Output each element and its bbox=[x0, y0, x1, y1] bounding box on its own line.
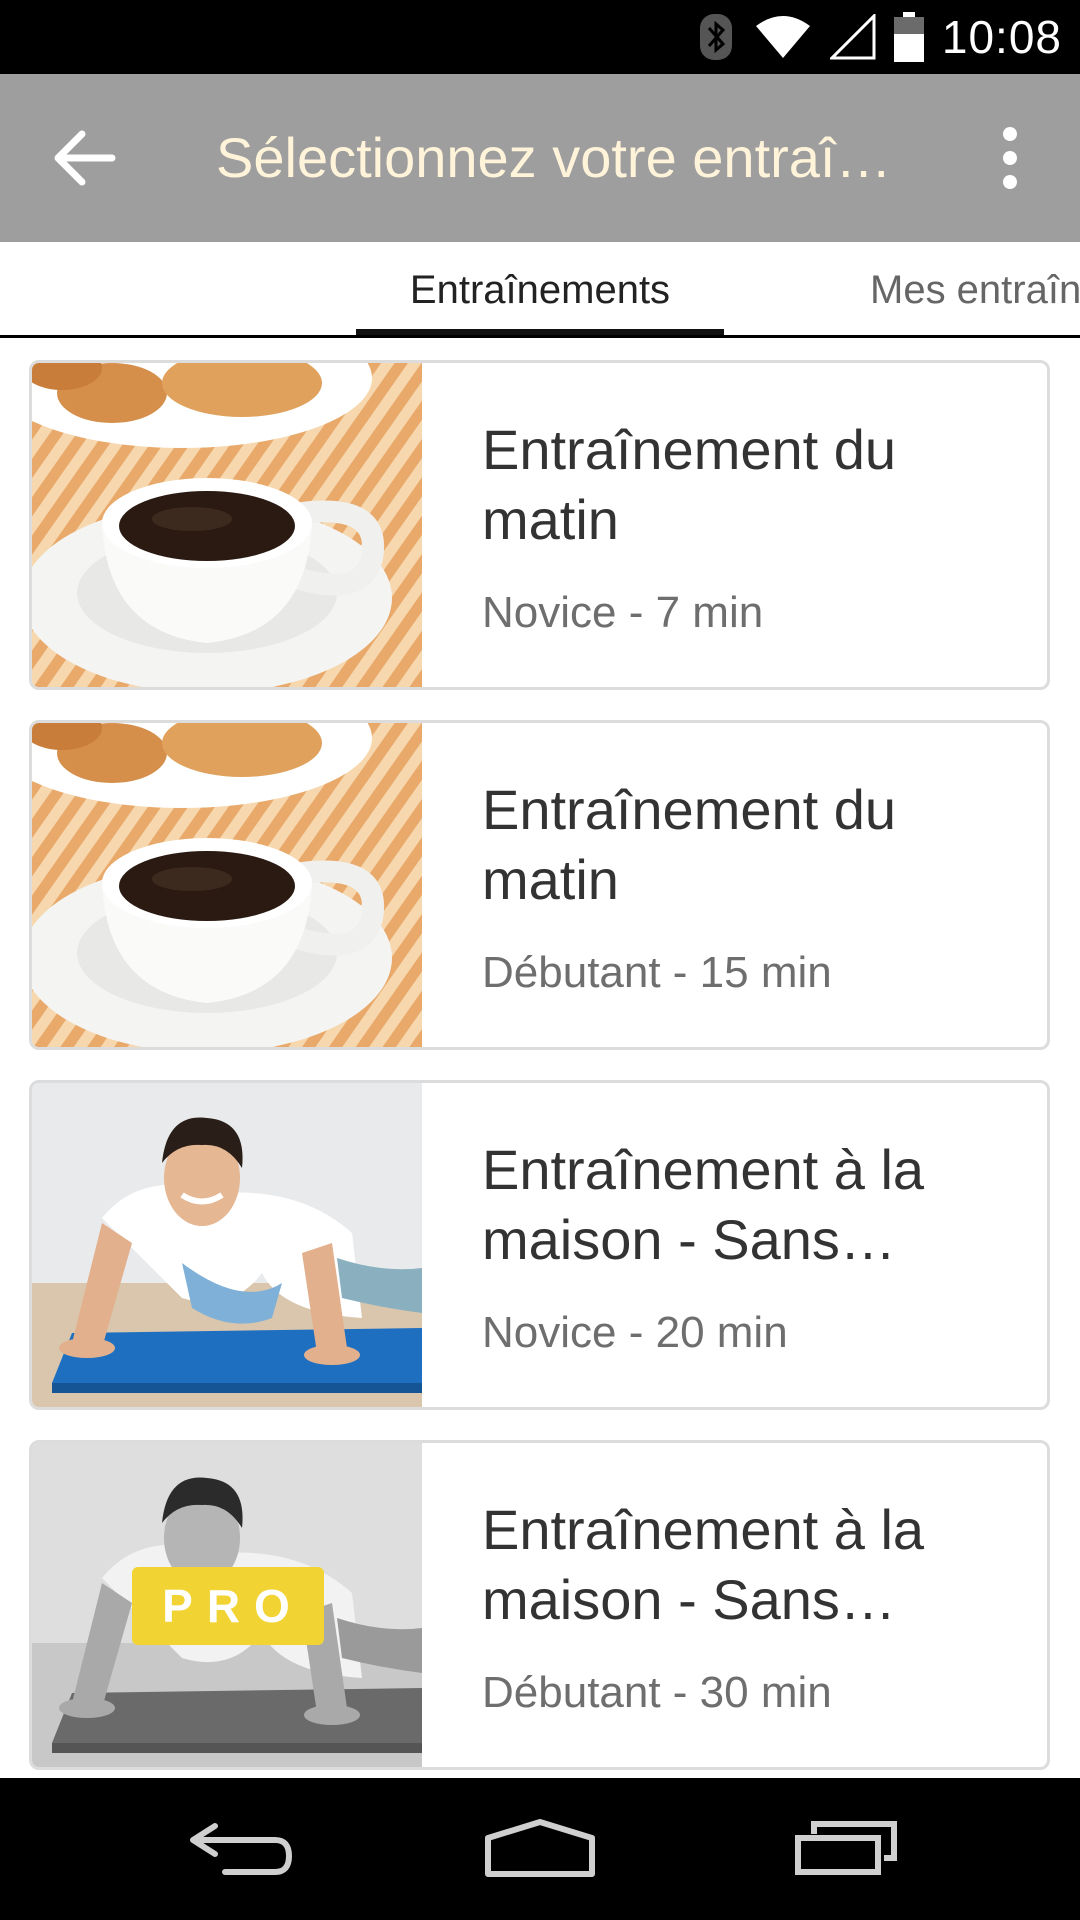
coffee-cup-image bbox=[32, 723, 422, 1047]
app-bar: Sélectionnez votre entraî… bbox=[0, 74, 1080, 242]
nav-home-button[interactable] bbox=[470, 1808, 610, 1888]
system-nav-bar bbox=[0, 1778, 1080, 1920]
workout-card[interactable]: Entraînement à la maison - Sans… Novice … bbox=[29, 1080, 1050, 1410]
workout-card-text: Entraînement du matin Novice - 7 min bbox=[482, 415, 1022, 641]
wifi-icon bbox=[755, 16, 810, 58]
workout-card[interactable]: Entraînement du matin Novice - 7 min bbox=[29, 360, 1050, 690]
overflow-dot bbox=[1003, 175, 1017, 189]
page-title: Sélectionnez votre entraî… bbox=[216, 126, 892, 189]
workout-title: Entraînement à la maison - Sans… bbox=[482, 1498, 925, 1631]
cell-signal-icon bbox=[829, 14, 876, 60]
app-screen: 10:08 Sélectionnez votre entraî… Entraîn… bbox=[0, 0, 1080, 1920]
tab-bar: Entraînements Mes entraîn bbox=[0, 242, 1080, 338]
overflow-dot bbox=[1003, 151, 1017, 165]
workout-title: Entraînement à la maison - Sans… bbox=[482, 1138, 925, 1271]
workout-card-text: Entraînement à la maison - Sans… Débutan… bbox=[482, 1495, 1022, 1721]
workout-title: Entraînement du matin bbox=[482, 418, 897, 551]
bluetooth-icon bbox=[699, 14, 732, 60]
workout-card[interactable]: Entraînement du matin Débutant - 15 min bbox=[29, 720, 1050, 1050]
workout-card-text: Entraînement du matin Débutant - 15 min bbox=[482, 775, 1022, 1001]
pro-badge: PRO bbox=[132, 1567, 324, 1645]
status-icons: 10:08 bbox=[696, 0, 1062, 74]
workout-subtitle: Débutant - 15 min bbox=[482, 948, 832, 997]
workout-list: Entraînement du matin Novice - 7 min Ent… bbox=[0, 338, 1080, 1778]
nav-back-button[interactable] bbox=[170, 1808, 310, 1888]
tab-my-workouts[interactable]: Mes entraîn bbox=[870, 242, 1080, 335]
status-time: 10:08 bbox=[941, 11, 1062, 63]
pushup-man-image bbox=[32, 1083, 422, 1407]
nav-recents-button[interactable] bbox=[775, 1808, 915, 1888]
workout-subtitle: Novice - 7 min bbox=[482, 588, 764, 637]
workout-title: Entraînement du matin bbox=[482, 778, 897, 911]
overflow-dot bbox=[1003, 127, 1017, 141]
nav-home-icon bbox=[485, 1819, 595, 1877]
workout-card[interactable]: PRO Entraînement à la maison - Sans… Déb… bbox=[29, 1440, 1050, 1770]
nav-recents-icon bbox=[795, 1821, 897, 1875]
workout-subtitle: Débutant - 30 min bbox=[482, 1668, 832, 1717]
back-button[interactable] bbox=[40, 118, 130, 198]
overflow-menu-button[interactable] bbox=[980, 118, 1040, 198]
pushup-man-grayscale-image: PRO bbox=[32, 1443, 422, 1767]
coffee-cup-image bbox=[32, 363, 422, 687]
workout-subtitle: Novice - 20 min bbox=[482, 1308, 788, 1357]
arrow-back-icon bbox=[54, 130, 116, 186]
workout-card-text: Entraînement à la maison - Sans… Novice … bbox=[482, 1135, 1022, 1361]
status-bar: 10:08 bbox=[0, 0, 1080, 74]
battery-icon bbox=[893, 12, 924, 62]
tab-workouts[interactable]: Entraînements bbox=[356, 242, 724, 335]
nav-back-icon bbox=[190, 1823, 292, 1875]
